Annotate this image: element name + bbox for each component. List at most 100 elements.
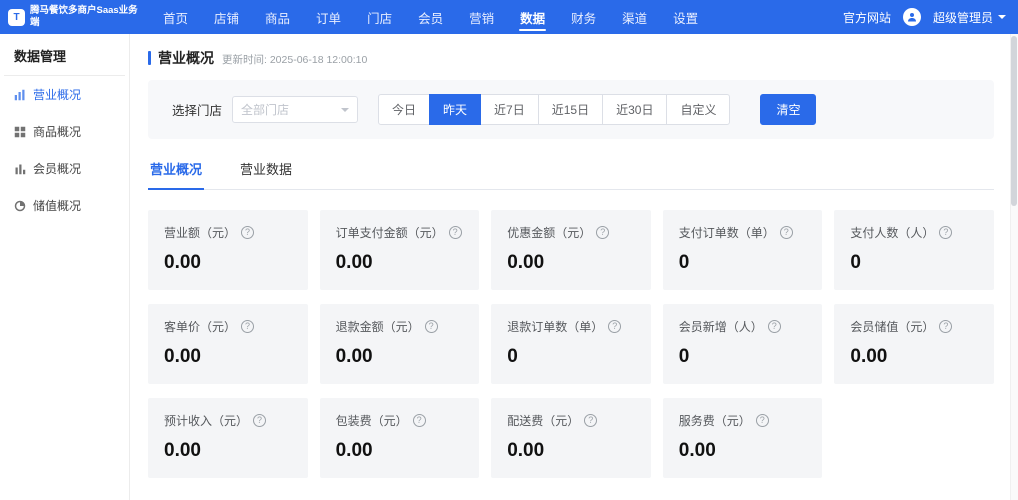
nav-item-stores[interactable]: 门店 [354, 0, 405, 34]
store-select-label: 选择门店 [172, 100, 222, 119]
stat-card-new-members: 会员新增（人） 0 [663, 304, 823, 384]
nav-item-finance[interactable]: 财务 [558, 0, 609, 34]
help-icon[interactable] [241, 226, 254, 239]
stat-value: 0 [679, 252, 807, 274]
app-title: 腾马餐饮多商户Saas业务端 [30, 5, 140, 29]
stat-card-paying-users: 支付人数（人） 0 [834, 210, 994, 290]
help-icon[interactable] [780, 226, 793, 239]
stat-label-text: 客单价（元） [164, 318, 236, 335]
nav-item-settings[interactable]: 设置 [660, 0, 711, 34]
user-menu[interactable]: 超级管理员 [933, 9, 1006, 26]
sidebar-item-revenue-overview[interactable]: 营业概况 [0, 76, 129, 113]
stat-label-text: 支付订单数（单） [679, 224, 775, 241]
help-icon[interactable] [584, 414, 597, 427]
stat-label-text: 会员新增（人） [679, 318, 763, 335]
help-icon[interactable] [449, 226, 462, 239]
section-header: 营业概况 更新时间: 2025-06-18 12:00:10 [148, 48, 994, 68]
stat-card-refund-amount: 退款金额（元） 0.00 [320, 304, 480, 384]
stat-value: 0 [679, 346, 807, 368]
stat-label-text: 支付人数（人） [850, 224, 934, 241]
nav-item-home[interactable]: 首页 [150, 0, 201, 34]
stat-label: 支付人数（人） [850, 224, 978, 241]
stat-label-text: 配送费（元） [507, 412, 579, 429]
nav-item-shop[interactable]: 店铺 [201, 0, 252, 34]
product-grid-icon [14, 126, 26, 138]
date-range-today-button[interactable]: 今日 [378, 94, 430, 125]
main-content: 营业概况 更新时间: 2025-06-18 12:00:10 选择门店 全部门店… [130, 34, 1018, 500]
stat-label: 退款金额（元） [336, 318, 464, 335]
stat-label-text: 退款订单数（单） [507, 318, 603, 335]
help-icon[interactable] [241, 320, 254, 333]
tab-business-data[interactable]: 营业数据 [238, 155, 294, 190]
nav-item-channels[interactable]: 渠道 [609, 0, 660, 34]
tabs: 营业概况 营业数据 [148, 155, 994, 190]
stat-card-avg-order-value: 客单价（元） 0.00 [148, 304, 308, 384]
stat-label-text: 营业额（元） [164, 224, 236, 241]
stat-label: 订单支付金额（元） [336, 224, 464, 241]
sidebar-item-label: 营业概况 [33, 86, 81, 103]
stat-value: 0.00 [507, 252, 635, 274]
stat-value: 0.00 [336, 346, 464, 368]
stat-value: 0.00 [164, 346, 292, 368]
clear-button[interactable]: 清空 [760, 94, 816, 125]
stat-value: 0.00 [850, 346, 978, 368]
help-icon[interactable] [768, 320, 781, 333]
sidebar-item-member-overview[interactable]: 会员概况 [0, 150, 129, 187]
sidebar-item-product-overview[interactable]: 商品概况 [0, 113, 129, 150]
nav-item-members[interactable]: 会员 [405, 0, 456, 34]
help-icon[interactable] [425, 320, 438, 333]
stat-value: 0.00 [164, 440, 292, 462]
help-icon[interactable] [939, 320, 952, 333]
stat-card-packaging-fee: 包装费（元） 0.00 [320, 398, 480, 478]
stat-label: 包装费（元） [336, 412, 464, 429]
date-range-custom-button[interactable]: 自定义 [666, 94, 730, 125]
help-icon[interactable] [596, 226, 609, 239]
stat-card-member-stored-value: 会员储值（元） 0.00 [834, 304, 994, 384]
stat-card-discount-amount: 优惠金额（元） 0.00 [491, 210, 651, 290]
stat-label-text: 预计收入（元） [164, 412, 248, 429]
official-site-link[interactable]: 官方网站 [843, 9, 891, 26]
stat-card-service-fee: 服务费（元） 0.00 [663, 398, 823, 478]
section-accent-bar [148, 51, 151, 65]
date-range-7days-button[interactable]: 近7日 [480, 94, 539, 125]
help-icon[interactable] [939, 226, 952, 239]
help-icon[interactable] [413, 414, 426, 427]
nav-item-marketing[interactable]: 营销 [456, 0, 507, 34]
stat-label-text: 退款金额（元） [336, 318, 420, 335]
revenue-chart-icon [14, 89, 26, 101]
nav-item-products[interactable]: 商品 [252, 0, 303, 34]
help-icon[interactable] [608, 320, 621, 333]
page-title: 营业概况 [158, 48, 214, 68]
stat-card-paid-orders: 支付订单数（单） 0 [663, 210, 823, 290]
store-select[interactable]: 全部门店 [232, 96, 358, 123]
scrollbar-thumb[interactable] [1011, 36, 1017, 206]
nav-item-data[interactable]: 数据 [507, 0, 558, 34]
user-name-label: 超级管理员 [933, 9, 993, 26]
stat-label-text: 会员储值（元） [850, 318, 934, 335]
chevron-down-icon [341, 108, 349, 112]
user-avatar[interactable] [903, 8, 921, 26]
stat-card-estimated-income: 预计收入（元） 0.00 [148, 398, 308, 478]
date-range-30days-button[interactable]: 近30日 [602, 94, 667, 125]
help-icon[interactable] [756, 414, 769, 427]
sidebar-item-label: 储值概况 [33, 197, 81, 214]
date-range-15days-button[interactable]: 近15日 [538, 94, 603, 125]
sidebar-item-stored-value-overview[interactable]: 储值概况 [0, 187, 129, 224]
app-logo: T 腾马餐饮多商户Saas业务端 [8, 0, 140, 34]
stat-label: 预计收入（元） [164, 412, 292, 429]
tab-business-overview[interactable]: 营业概况 [148, 155, 204, 190]
stat-label: 营业额（元） [164, 224, 292, 241]
stat-label: 退款订单数（单） [507, 318, 635, 335]
help-icon[interactable] [253, 414, 266, 427]
stat-cards: 营业额（元） 0.00 订单支付金额（元） 0.00 优惠金额（元） 0.00 … [148, 210, 994, 478]
stat-value: 0.00 [679, 440, 807, 462]
stat-card-delivery-fee: 配送费（元） 0.00 [491, 398, 651, 478]
date-range-yesterday-button[interactable]: 昨天 [429, 94, 481, 125]
sidebar: 数据管理 营业概况 商品概况 会员概况 储值概况 [0, 34, 130, 500]
stat-value: 0.00 [164, 252, 292, 274]
stat-value: 0 [850, 252, 978, 274]
nav-item-orders[interactable]: 订单 [303, 0, 354, 34]
member-chart-icon [14, 163, 26, 175]
stat-card-order-paid-amount: 订单支付金额（元） 0.00 [320, 210, 480, 290]
stat-label-text: 服务费（元） [679, 412, 751, 429]
